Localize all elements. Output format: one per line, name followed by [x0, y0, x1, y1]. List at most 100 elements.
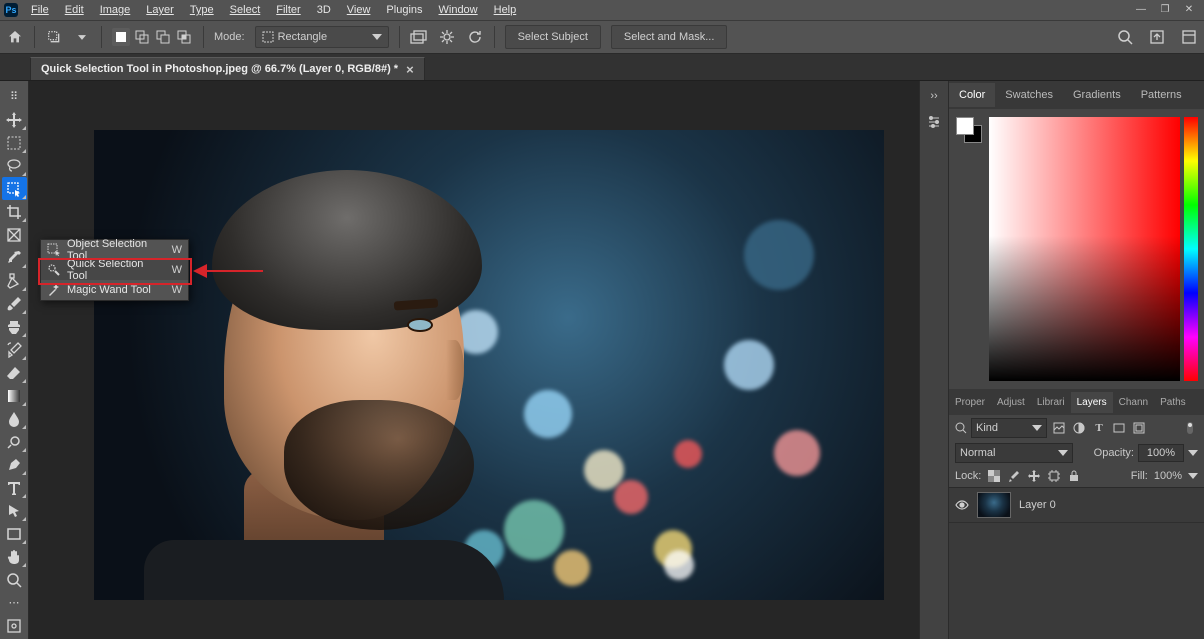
menu-select[interactable]: Select: [223, 2, 268, 18]
lock-transparent-icon[interactable]: [987, 469, 1001, 483]
lock-artboard-icon[interactable]: [1047, 469, 1061, 483]
intersect-selection-icon[interactable]: [175, 28, 193, 46]
pen-tool[interactable]: [2, 453, 27, 476]
new-selection-icon[interactable]: [112, 28, 130, 46]
tab-gradients[interactable]: Gradients: [1063, 83, 1131, 107]
clone-stamp-tool[interactable]: [2, 315, 27, 338]
foreground-background-swatch[interactable]: [956, 117, 982, 143]
menu-view[interactable]: View: [340, 2, 378, 18]
blend-mode-select[interactable]: Normal: [955, 443, 1073, 463]
menu-filter[interactable]: Filter: [269, 2, 307, 18]
hue-slider[interactable]: [1184, 117, 1198, 381]
filter-pixel-icon[interactable]: [1051, 420, 1067, 436]
lock-all-icon[interactable]: [1067, 469, 1081, 483]
menu-file[interactable]: File: [24, 2, 56, 18]
menu-plugins[interactable]: Plugins: [379, 2, 429, 18]
filter-smart-icon[interactable]: [1131, 420, 1147, 436]
tool-preset-icon[interactable]: [45, 28, 63, 46]
frame-tool[interactable]: [2, 223, 27, 246]
select-subject-button[interactable]: Select Subject: [505, 25, 601, 49]
rectangle-tool[interactable]: [2, 522, 27, 545]
flyout-quick-selection[interactable]: Quick Selection Tool W: [41, 260, 188, 280]
visibility-icon[interactable]: [955, 498, 969, 512]
chevron-down-icon[interactable]: [1188, 448, 1198, 458]
search-icon[interactable]: [1116, 28, 1134, 46]
grip-icon[interactable]: ⠿: [2, 85, 27, 108]
menu-window[interactable]: Window: [432, 2, 485, 18]
blur-tool[interactable]: [2, 407, 27, 430]
filter-shape-icon[interactable]: [1111, 420, 1127, 436]
menu-3d[interactable]: 3D: [310, 2, 338, 18]
window-close-icon[interactable]: ✕: [1178, 2, 1200, 16]
eyedropper-tool[interactable]: [2, 246, 27, 269]
chevron-down-icon[interactable]: [1188, 471, 1198, 481]
tab-swatches[interactable]: Swatches: [995, 83, 1063, 107]
healing-brush-tool[interactable]: [2, 269, 27, 292]
mode-select[interactable]: Rectangle: [255, 26, 389, 48]
document-canvas[interactable]: [94, 130, 884, 600]
subtract-selection-icon[interactable]: [154, 28, 172, 46]
filter-type-icon[interactable]: T: [1091, 420, 1107, 436]
layers-panel-tabs: Proper Adjust Librari Layers Chann Paths: [949, 389, 1204, 415]
lock-position-icon[interactable]: [1027, 469, 1041, 483]
home-icon[interactable]: [6, 28, 24, 46]
menu-image[interactable]: Image: [93, 2, 138, 18]
workspace-icon[interactable]: [1180, 28, 1198, 46]
dodge-tool[interactable]: [2, 430, 27, 453]
opacity-value[interactable]: 100%: [1138, 444, 1184, 462]
layer-filter-kind[interactable]: Kind: [971, 418, 1047, 438]
canvas-area[interactable]: [29, 81, 919, 639]
menu-type[interactable]: Type: [183, 2, 221, 18]
chevron-down-icon[interactable]: [73, 28, 91, 46]
filter-adjust-icon[interactable]: [1071, 420, 1087, 436]
tab-color[interactable]: Color: [949, 83, 995, 107]
select-and-mask-button[interactable]: Select and Mask...: [611, 25, 728, 49]
tab-layers[interactable]: Layers: [1071, 392, 1113, 413]
share-icon[interactable]: [1148, 28, 1166, 46]
color-spectrum[interactable]: [989, 117, 1180, 381]
tab-paths[interactable]: Paths: [1154, 392, 1192, 413]
zoom-tool[interactable]: [2, 568, 27, 591]
menu-layer[interactable]: Layer: [139, 2, 181, 18]
tab-adjustments[interactable]: Adjust: [991, 392, 1031, 413]
close-icon[interactable]: ×: [406, 62, 414, 77]
filter-toggle[interactable]: [1182, 420, 1198, 436]
path-selection-tool[interactable]: [2, 499, 27, 522]
menu-edit[interactable]: Edit: [58, 2, 91, 18]
window-minimize-icon[interactable]: —: [1130, 2, 1152, 16]
gradient-tool[interactable]: [2, 384, 27, 407]
tab-libraries[interactable]: Librari: [1031, 392, 1071, 413]
hand-tool[interactable]: [2, 545, 27, 568]
eraser-tool[interactable]: [2, 361, 27, 384]
lock-image-icon[interactable]: [1007, 469, 1021, 483]
marquee-tool[interactable]: [2, 131, 27, 154]
flyout-magic-wand[interactable]: Magic Wand Tool W: [41, 280, 188, 300]
menu-help[interactable]: Help: [487, 2, 524, 18]
refresh-icon[interactable]: [466, 28, 484, 46]
tab-patterns[interactable]: Patterns: [1131, 83, 1192, 107]
move-tool[interactable]: [2, 108, 27, 131]
object-selection-tool[interactable]: [2, 177, 27, 200]
fill-value[interactable]: 100%: [1154, 470, 1182, 482]
more-tools-icon[interactable]: ⋯: [2, 591, 27, 614]
layer-thumbnail[interactable]: [977, 492, 1011, 518]
layer-name[interactable]: Layer 0: [1019, 499, 1056, 511]
expand-dock-icon[interactable]: ››: [925, 87, 943, 105]
history-brush-tool[interactable]: [2, 338, 27, 361]
add-selection-icon[interactable]: [133, 28, 151, 46]
crop-tool[interactable]: [2, 200, 27, 223]
sample-all-layers-icon[interactable]: [410, 28, 428, 46]
edit-toolbar-icon[interactable]: [2, 614, 27, 637]
brush-tool[interactable]: [2, 292, 27, 315]
document-tab[interactable]: Quick Selection Tool in Photoshop.jpeg @…: [30, 57, 425, 80]
tab-properties[interactable]: Proper: [949, 392, 991, 413]
flyout-object-selection[interactable]: Object Selection Tool W: [41, 240, 188, 260]
type-tool[interactable]: [2, 476, 27, 499]
document-tab-bar: Quick Selection Tool in Photoshop.jpeg @…: [0, 54, 1204, 81]
layer-row[interactable]: Layer 0: [949, 488, 1204, 523]
lasso-tool[interactable]: [2, 154, 27, 177]
tab-channels[interactable]: Chann: [1113, 392, 1154, 413]
window-restore-icon[interactable]: ❐: [1154, 2, 1176, 16]
enhance-edge-icon[interactable]: [438, 28, 456, 46]
panel-icon-1[interactable]: [925, 113, 943, 131]
